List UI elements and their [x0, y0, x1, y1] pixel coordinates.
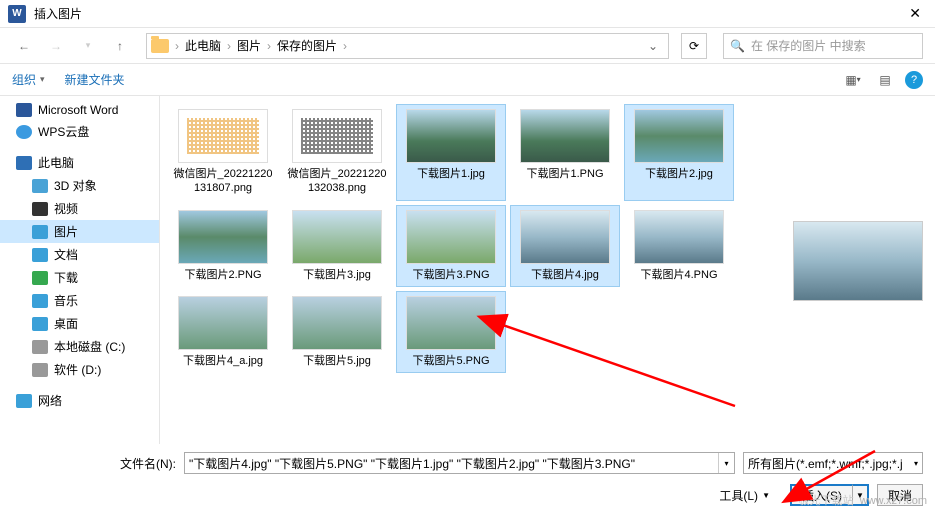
sidebar-item-wps[interactable]: WPS云盘 — [0, 120, 159, 143]
new-folder-button[interactable]: 新建文件夹 — [65, 71, 125, 88]
sidebar: Microsoft Word WPS云盘 此电脑 3D 对象 视频 图片 文档 … — [0, 96, 160, 444]
file-item[interactable]: 下载图片5.jpg — [282, 291, 392, 373]
up-button[interactable]: ↑ — [108, 34, 132, 58]
word-icon: W — [8, 5, 26, 23]
thumbnail — [520, 210, 610, 264]
thumbnail — [178, 210, 268, 264]
sidebar-item-drive-c[interactable]: 本地磁盘 (C:) — [0, 335, 159, 358]
dialog-title: 插入图片 — [34, 5, 903, 22]
watermark: 极光下载站 www.xz7.com — [799, 492, 927, 508]
thumbnail — [406, 109, 496, 163]
preview-pane — [793, 221, 923, 301]
file-name: 下载图片2.jpg — [645, 167, 713, 181]
refresh-button[interactable]: ⟳ — [681, 33, 707, 59]
filename-label: 文件名(N): — [120, 455, 176, 472]
thumbnail — [406, 210, 496, 264]
sidebar-item-docs[interactable]: 文档 — [0, 243, 159, 266]
thumbnail — [520, 109, 610, 163]
file-name: 下载图片4_a.jpg — [183, 354, 263, 368]
sidebar-item-downloads[interactable]: 下载 — [0, 266, 159, 289]
file-name: 下载图片5.jpg — [303, 354, 371, 368]
tools-menu[interactable]: 工具(L) ▼ — [719, 487, 770, 504]
forward-button[interactable]: → — [44, 34, 68, 58]
file-name: 下载图片1.PNG — [526, 167, 603, 181]
sidebar-item-desktop[interactable]: 桌面 — [0, 312, 159, 335]
thumbnail — [406, 296, 496, 350]
thumbnail — [292, 296, 382, 350]
crumb-pc[interactable]: 此电脑 — [181, 37, 225, 54]
breadcrumb[interactable]: › 此电脑 › 图片 › 保存的图片 › ⌄ — [146, 33, 669, 59]
file-item[interactable]: 下载图片1.jpg — [396, 104, 506, 201]
search-icon: 🔍 — [730, 39, 745, 53]
file-grid: 微信图片_2022122013​1807.png 微信图片_2022122013​… — [168, 104, 758, 373]
file-item[interactable]: 微信图片_2022122013​2038.png — [282, 104, 392, 201]
file-name: 下载图片1.jpg — [417, 167, 485, 181]
thumbnail — [634, 109, 724, 163]
thumbnail — [634, 210, 724, 264]
sidebar-item-network[interactable]: 网络 — [0, 389, 159, 412]
search-input[interactable]: 🔍 在 保存的图片 中搜索 — [723, 33, 923, 59]
file-name: 微信图片_2022122013​2038.png — [285, 167, 389, 196]
view-details-button[interactable]: ▤ — [873, 70, 897, 90]
file-item[interactable]: 微信图片_2022122013​1807.png — [168, 104, 278, 201]
sidebar-item-video[interactable]: 视频 — [0, 197, 159, 220]
close-icon[interactable]: ✕ — [903, 5, 927, 22]
search-placeholder: 在 保存的图片 中搜索 — [751, 37, 866, 54]
sidebar-item-pc[interactable]: 此电脑 — [0, 151, 159, 174]
file-name: 下载图片4.PNG — [640, 268, 717, 282]
organize-menu[interactable]: 组织▾ — [12, 71, 45, 88]
file-item[interactable]: 下载图片3.PNG — [396, 205, 506, 287]
thumbnail — [178, 296, 268, 350]
file-name: 下载图片3.PNG — [412, 268, 489, 282]
file-name: 下载图片5.PNG — [412, 354, 489, 368]
recent-dropdown[interactable]: ▾ — [76, 34, 100, 58]
sidebar-item-drive-d[interactable]: 软件 (D:) — [0, 358, 159, 381]
thumbnail — [178, 109, 268, 163]
file-item[interactable]: 下载图片5.PNG — [396, 291, 506, 373]
file-name: 微信图片_2022122013​1807.png — [171, 167, 275, 196]
file-name: 下载图片4.jpg — [531, 268, 599, 282]
file-item[interactable]: 下载图片2.jpg — [624, 104, 734, 201]
file-item[interactable]: 下载图片1.PNG — [510, 104, 620, 201]
view-icons-button[interactable]: ▦ ▾ — [841, 70, 865, 90]
file-name: 下载图片3.jpg — [303, 268, 371, 282]
thumbnail — [292, 210, 382, 264]
sidebar-item-pictures[interactable]: 图片 — [0, 220, 159, 243]
thumbnail — [292, 109, 382, 163]
file-item[interactable]: 下载图片4_a.jpg — [168, 291, 278, 373]
sidebar-item-3d[interactable]: 3D 对象 — [0, 174, 159, 197]
file-name: 下载图片2.PNG — [184, 268, 261, 282]
crumb-pictures[interactable]: 图片 — [233, 37, 265, 54]
file-item[interactable]: 下载图片2.PNG — [168, 205, 278, 287]
file-item[interactable]: 下载图片4.PNG — [624, 205, 734, 287]
sidebar-item-word[interactable]: Microsoft Word — [0, 100, 159, 120]
file-item[interactable]: 下载图片4.jpg — [510, 205, 620, 287]
filename-input[interactable] — [185, 453, 718, 473]
crumb-saved[interactable]: 保存的图片 — [273, 37, 341, 54]
filter-select[interactable]: 所有图片(*.emf;*.wmf;*.jpg;*.j ▾ — [743, 452, 923, 474]
back-button[interactable]: ← — [12, 34, 36, 58]
file-item[interactable]: 下载图片3.jpg — [282, 205, 392, 287]
filename-dropdown-icon[interactable]: ▾ — [718, 453, 734, 473]
path-dropdown-icon[interactable]: ⌄ — [642, 39, 664, 53]
sidebar-item-music[interactable]: 音乐 — [0, 289, 159, 312]
help-icon[interactable]: ? — [905, 71, 923, 89]
folder-icon — [151, 39, 169, 53]
